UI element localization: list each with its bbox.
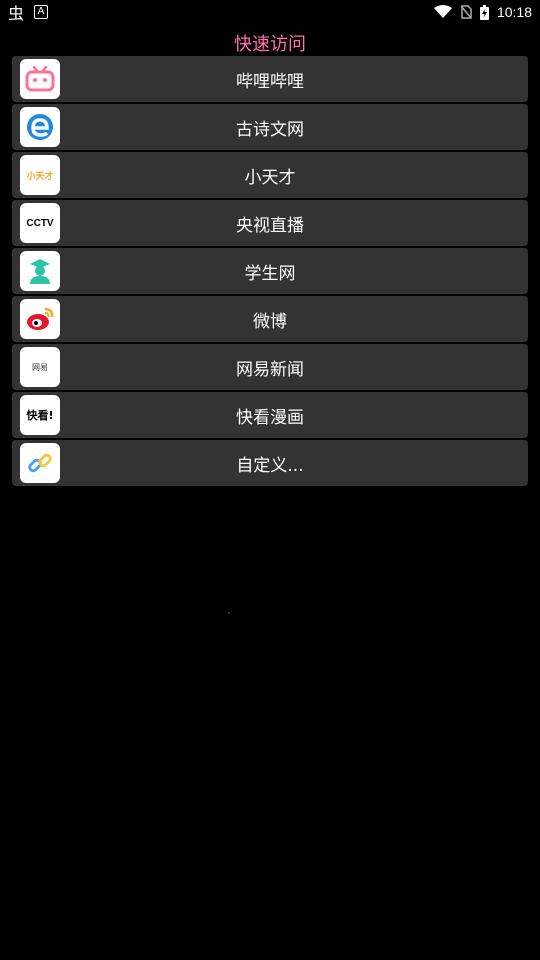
netease-news-icon: 网易 bbox=[20, 347, 60, 387]
quick-link-xiaotiancai[interactable]: 小天才 小天才 bbox=[12, 152, 528, 198]
quick-link-label: 学生网 bbox=[244, 263, 296, 284]
quick-link-student-net[interactable]: 学生网 bbox=[12, 248, 528, 294]
quick-link-label: 古诗文网 bbox=[236, 119, 304, 140]
cctv-icon: CCTV bbox=[20, 203, 60, 243]
battery-icon bbox=[479, 4, 489, 20]
quick-link-gushiwen[interactable]: 古诗文网 bbox=[12, 104, 528, 150]
xiaotiancai-logo-text: 小天才 bbox=[26, 171, 54, 182]
quick-link-weibo[interactable]: 微博 bbox=[12, 296, 528, 342]
bilibili-icon bbox=[20, 59, 60, 99]
quick-link-label: 小天才 bbox=[244, 167, 296, 188]
quick-link-label: 央视直播 bbox=[236, 215, 304, 236]
netease-logo-text: 网易 bbox=[32, 362, 48, 372]
status-bar: 虫 A 10:18 bbox=[0, 0, 540, 24]
weibo-icon bbox=[20, 299, 60, 339]
link-icon bbox=[20, 443, 60, 483]
status-time: 10:18 bbox=[496, 4, 532, 20]
wifi-icon bbox=[433, 5, 452, 18]
quick-link-label: 微博 bbox=[253, 311, 287, 332]
background-dot bbox=[228, 612, 230, 614]
quick-link-custom[interactable]: 自定义... bbox=[12, 440, 528, 486]
kuaikan-logo-text: 快看! bbox=[26, 409, 54, 422]
quick-link-cctv[interactable]: CCTV 央视直播 bbox=[12, 200, 528, 246]
quick-link-label: 哔哩哔哩 bbox=[236, 71, 304, 92]
no-sim-icon bbox=[460, 5, 472, 19]
edge-browser-icon bbox=[20, 107, 60, 147]
notification-a-icon: A bbox=[34, 5, 49, 19]
quick-link-kuaikan[interactable]: 快看! 快看漫画 bbox=[12, 392, 528, 438]
quick-link-label: 快看漫画 bbox=[236, 407, 304, 428]
xiaotiancai-icon: 小天才 bbox=[20, 155, 60, 195]
quick-access-list: 哔哩哔哩 古诗文网 小天才 小天才 CCTV 央视直播 学生网 微博 网易 网易… bbox=[12, 56, 528, 486]
app-notification-icon: 虫 bbox=[8, 6, 25, 23]
kuaikan-icon: 快看! bbox=[20, 395, 60, 435]
cctv-logo-text: CCTV bbox=[26, 217, 54, 229]
student-icon bbox=[20, 251, 60, 291]
page-title: 快速访问 bbox=[234, 34, 306, 55]
quick-link-label: 自定义... bbox=[236, 455, 304, 476]
quick-link-label: 网易新闻 bbox=[236, 359, 304, 380]
quick-link-bilibili[interactable]: 哔哩哔哩 bbox=[12, 56, 528, 102]
quick-link-netease-news[interactable]: 网易 网易新闻 bbox=[12, 344, 528, 390]
